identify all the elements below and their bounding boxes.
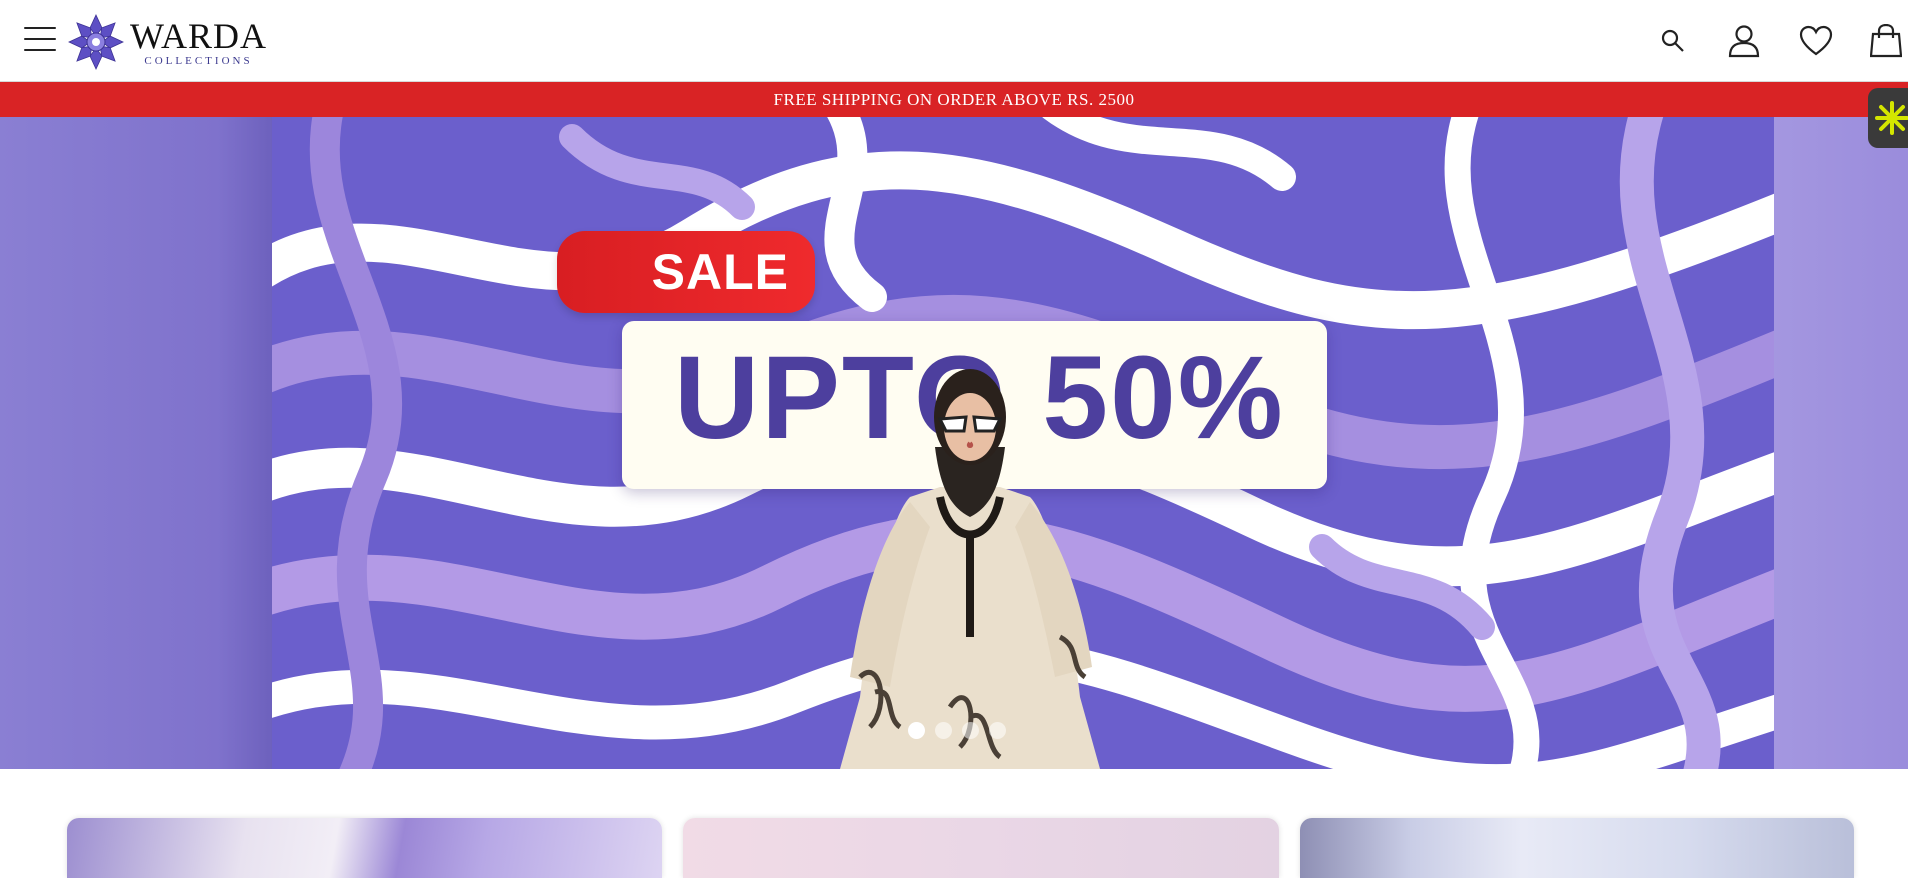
category-card-1[interactable] <box>67 818 662 878</box>
user-icon[interactable] <box>1721 18 1767 64</box>
site-header: WARDA COLLECTIONS <box>0 0 1908 82</box>
floating-widget-button[interactable] <box>1868 88 1908 148</box>
bag-icon[interactable] <box>1863 18 1908 64</box>
category-card-2[interactable] <box>683 818 1279 878</box>
slide-dot-1[interactable] <box>908 722 925 739</box>
asterisk-icon <box>1875 101 1908 135</box>
sale-label: SALE <box>651 244 789 300</box>
announcement-bar: FREE SHIPPING ON ORDER ABOVE RS. 2500 <box>0 82 1908 117</box>
brand-subtitle: COLLECTIONS <box>144 54 253 67</box>
slide-dot-4[interactable] <box>989 722 1006 739</box>
menu-icon[interactable] <box>24 27 56 51</box>
category-card-3[interactable] <box>1300 818 1854 878</box>
category-cards <box>0 818 1908 878</box>
hero-left-backdrop <box>0 117 272 769</box>
search-icon[interactable] <box>1650 18 1696 64</box>
brand-name: WARDA <box>130 15 267 56</box>
slide-dot-2[interactable] <box>935 722 952 739</box>
slider-dots <box>908 722 1006 739</box>
announcement-text: FREE SHIPPING ON ORDER ABOVE RS. 2500 <box>773 89 1135 109</box>
slide-dot-3[interactable] <box>962 722 979 739</box>
sale-badge: SALE <box>557 231 815 313</box>
brand-logo[interactable]: WARDA COLLECTIONS <box>66 12 267 72</box>
heart-icon[interactable] <box>1793 18 1839 64</box>
model-photo <box>840 369 1100 769</box>
hero-right-backdrop <box>1772 117 1908 769</box>
hero-banner[interactable]: SALE UPTO 50% <box>0 117 1908 769</box>
logo-flower-icon <box>68 14 124 70</box>
